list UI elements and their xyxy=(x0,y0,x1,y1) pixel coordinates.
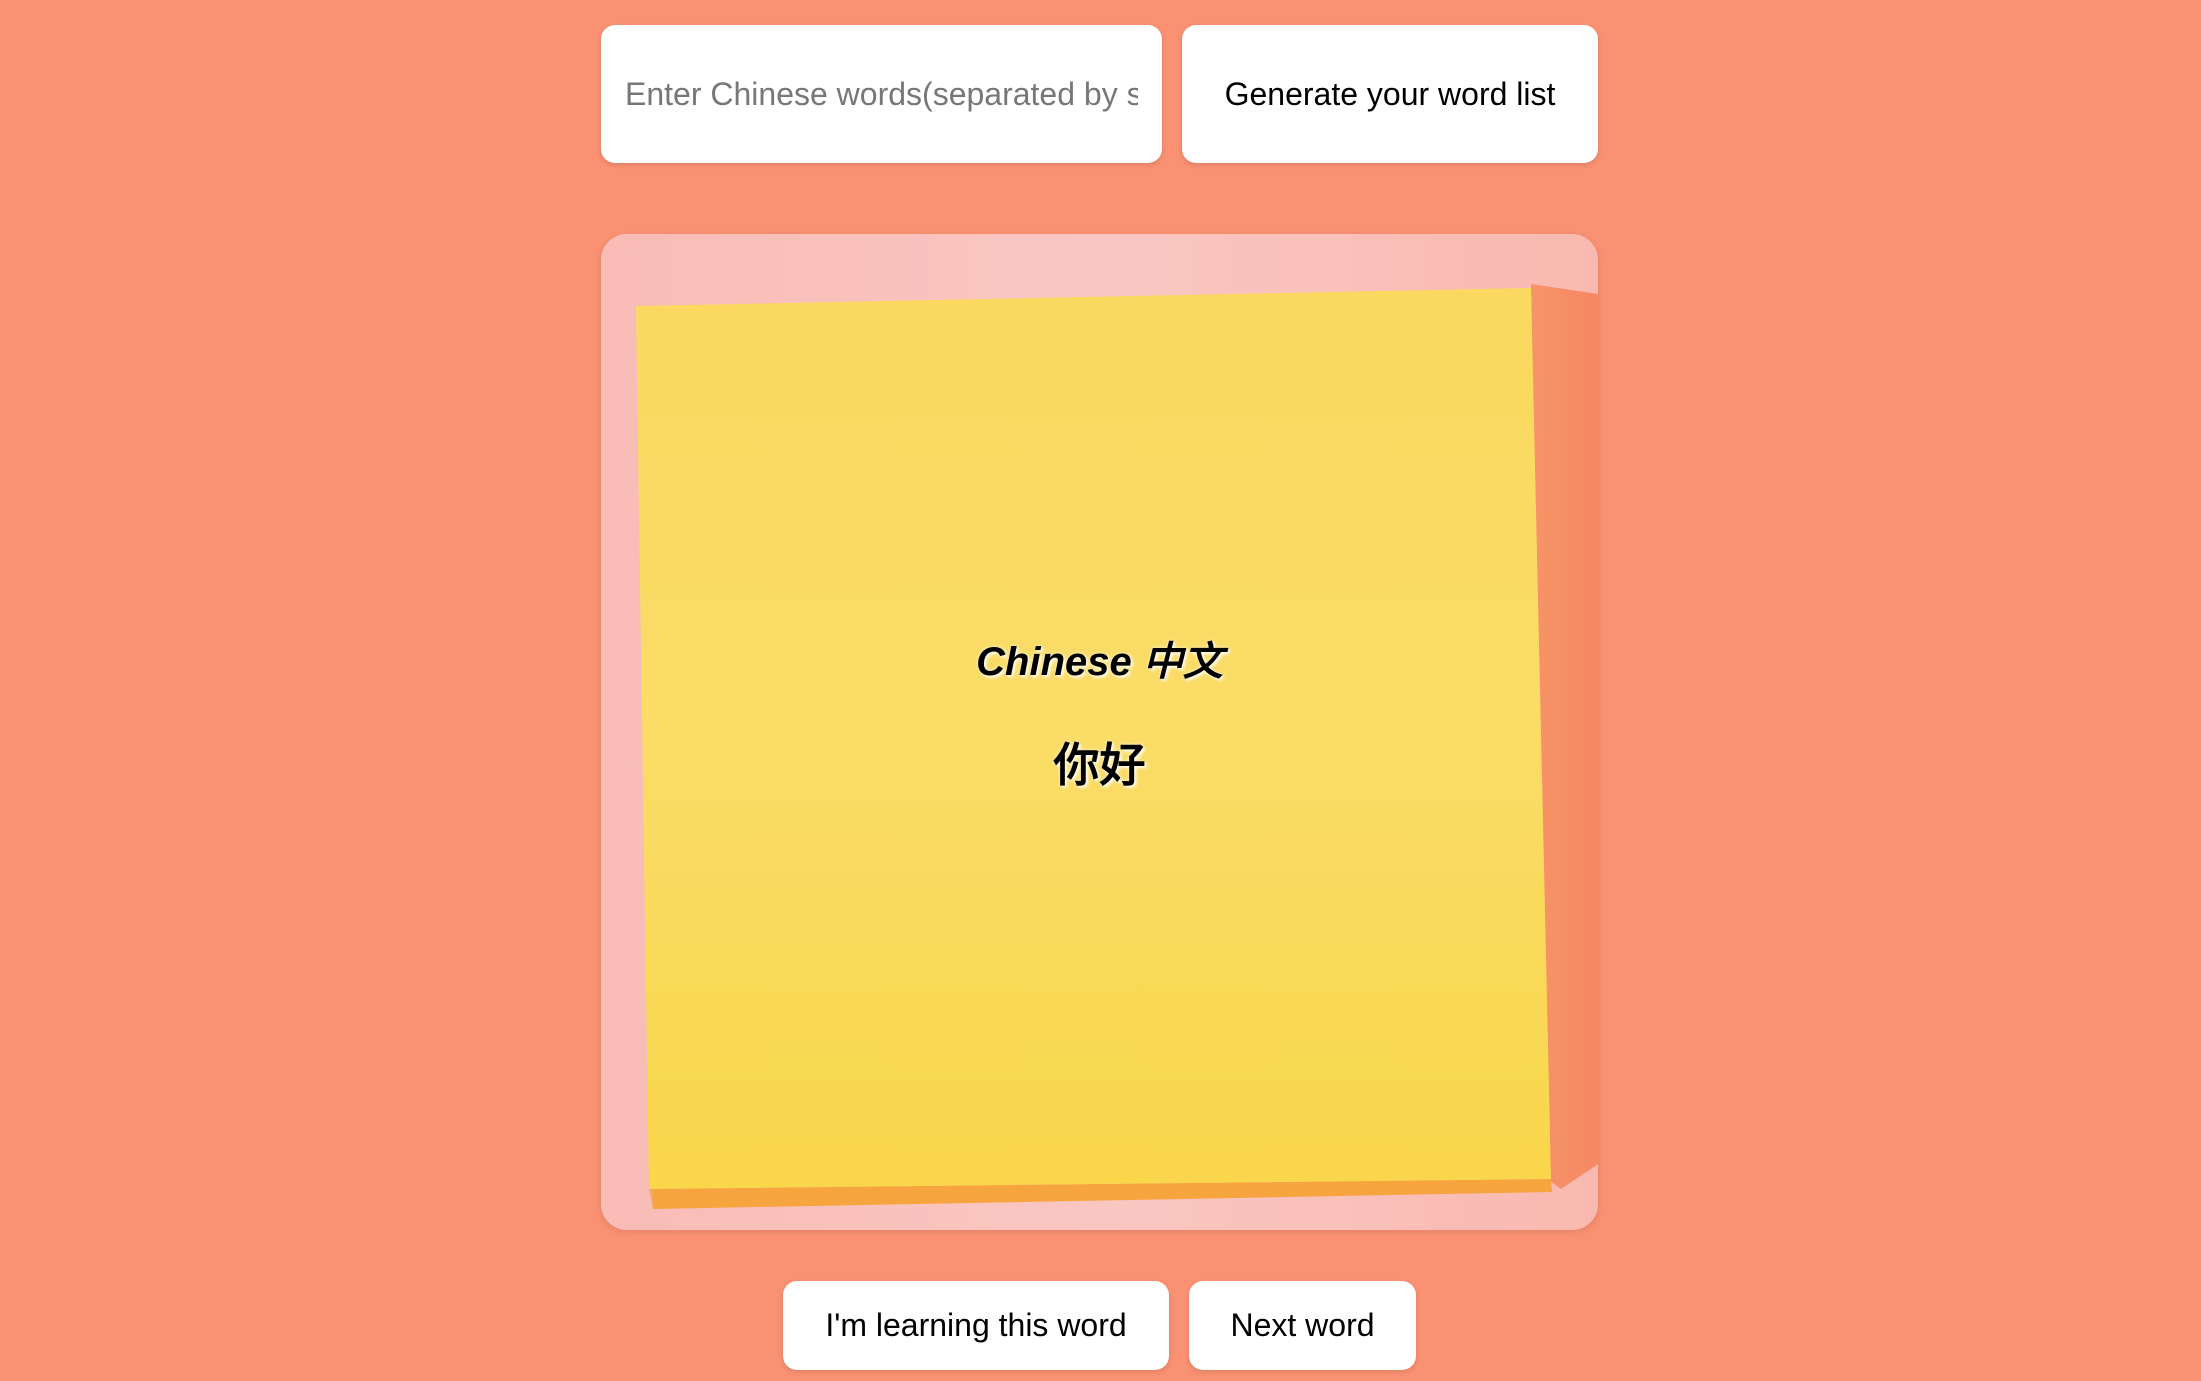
card-actions: I'm learning this word Next word xyxy=(0,1281,2201,1371)
current-word: 你好 xyxy=(1053,738,1146,792)
flashcard: Chinese 中文 你好 xyxy=(601,234,1598,1230)
flashcard-content: Chinese 中文 你好 xyxy=(601,234,1598,1230)
next-word-button[interactable]: Next word xyxy=(1189,1281,1416,1370)
chinese-words-input[interactable] xyxy=(601,25,1162,163)
word-entry-bar: Generate your word list xyxy=(601,25,1598,163)
generate-word-list-button[interactable]: Generate your word list xyxy=(1182,25,1598,163)
learning-this-word-button[interactable]: I'm learning this word xyxy=(783,1281,1169,1370)
language-label: Chinese 中文 xyxy=(976,640,1223,684)
